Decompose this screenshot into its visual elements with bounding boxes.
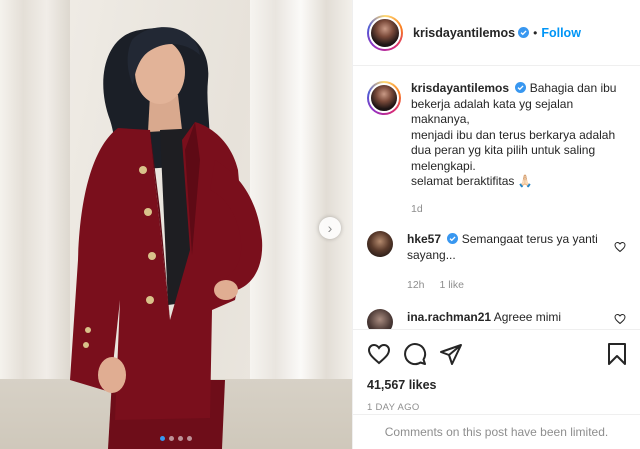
- likes-count[interactable]: 41,567 likes: [367, 378, 628, 392]
- woman-figure: [70, 27, 263, 449]
- follow-button[interactable]: Follow: [541, 26, 581, 40]
- comments-list[interactable]: krisdayantilemos Bahagia dan ibu bekerja…: [353, 67, 640, 329]
- carousel-dot: [178, 436, 183, 441]
- carousel-dot: [169, 436, 174, 441]
- comment-icon[interactable]: [403, 342, 427, 366]
- comment-body: ina.rachman21 Agreee mimi: [407, 309, 607, 329]
- next-slide-button[interactable]: ›: [319, 217, 341, 239]
- carousel-dot: [187, 436, 192, 441]
- carousel-dot: [160, 436, 165, 441]
- caption-time[interactable]: 1d: [411, 202, 626, 218]
- post-side-panel: krisdayantilemos • Follow krisdayantilem…: [352, 0, 640, 449]
- comment-username[interactable]: ina.rachman21: [407, 310, 491, 324]
- heart-icon[interactable]: [614, 313, 626, 325]
- carousel-dots: [0, 436, 352, 441]
- header-separator: •: [533, 25, 538, 40]
- caption-body: krisdayantilemos Bahagia dan ibu bekerja…: [411, 81, 626, 217]
- verified-icon: [515, 82, 527, 93]
- action-icons: [367, 340, 628, 368]
- heart-icon[interactable]: [367, 342, 391, 366]
- comment-time[interactable]: 12h: [407, 279, 425, 291]
- post-header: krisdayantilemos • Follow: [353, 0, 640, 66]
- bookmark-icon[interactable]: [606, 342, 628, 366]
- caption-avatar[interactable]: [367, 81, 401, 115]
- share-icon[interactable]: [439, 342, 463, 366]
- avatar[interactable]: [367, 14, 403, 51]
- heart-icon[interactable]: [614, 241, 626, 253]
- caption-line: menjadi ibu dan terus berkarya adalah du…: [411, 127, 616, 173]
- comments-limited-notice: Comments on this post have been limited.: [353, 414, 640, 449]
- action-bar: 41,567 likes 1 DAY AGO: [353, 329, 640, 413]
- verified-icon: [447, 233, 459, 244]
- comment-item: hke57 Semangaat terus ya yanti sayang...…: [353, 231, 640, 293]
- caption-username[interactable]: krisdayantilemos: [411, 81, 509, 95]
- caption: krisdayantilemos Bahagia dan ibu bekerja…: [353, 67, 640, 217]
- comment-text: Agreee mimi: [493, 310, 562, 324]
- verified-icon: [518, 27, 530, 38]
- comment-username[interactable]: hke57: [407, 232, 441, 246]
- comment-body: hke57 Semangaat terus ya yanti sayang...…: [407, 231, 607, 293]
- comment-likes[interactable]: 1 like: [439, 279, 464, 291]
- post-photo[interactable]: ›: [0, 0, 352, 449]
- chevron-right-icon: ›: [327, 220, 333, 236]
- caption-line: selamat beraktifitas 🙏🏻: [411, 174, 533, 188]
- comment-avatar[interactable]: [367, 231, 393, 257]
- comment-meta: 12h 1 like: [407, 277, 607, 293]
- post-time[interactable]: 1 DAY AGO: [367, 402, 628, 413]
- comment-item: ina.rachman21 Agreee mimi: [353, 309, 640, 329]
- comment-avatar[interactable]: [367, 309, 393, 329]
- header-username[interactable]: krisdayantilemos: [413, 26, 515, 40]
